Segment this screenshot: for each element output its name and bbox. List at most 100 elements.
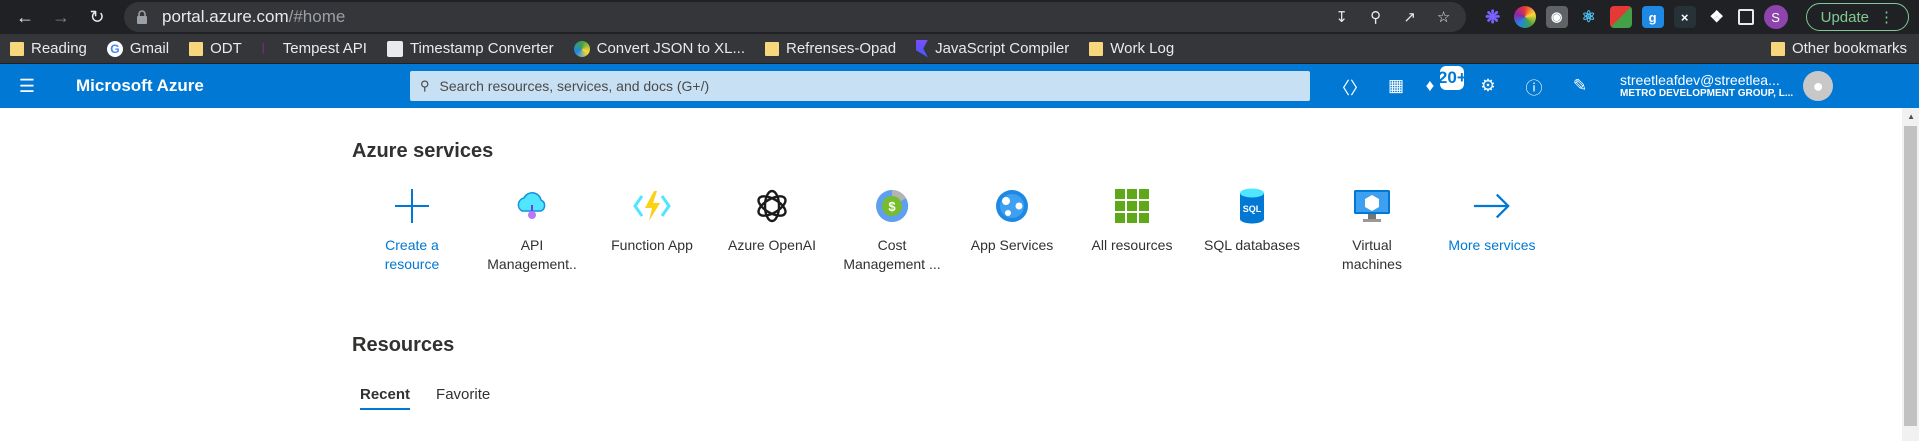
share-icon[interactable]: ↗ (1400, 7, 1420, 27)
bookmark-label: Other bookmarks (1791, 40, 1907, 57)
help-icon[interactable]: ⓘ (1522, 74, 1546, 98)
service-api-management[interactable]: API Management.. (472, 186, 592, 274)
app-services-icon (992, 186, 1032, 226)
services-list: Create a resource API Management.. Functio… (352, 186, 1552, 274)
scroll-thumb[interactable] (1904, 126, 1917, 426)
azure-services-title: Azure services (352, 140, 494, 162)
folder-icon (10, 41, 24, 56)
bookmark-gmail[interactable]: G Gmail (106, 40, 170, 57)
bookmark-tempest-api[interactable]: | Tempest API (262, 40, 367, 57)
bookmark-label: Convert JSON to XL... (596, 40, 745, 57)
page-scrollbar[interactable]: ▲ (1902, 108, 1919, 441)
notification-badge: 20+ (1438, 66, 1467, 90)
url-path: /#home (288, 7, 346, 26)
directory-filter-icon[interactable]: ▦ (1384, 74, 1408, 98)
service-cost-management[interactable]: $ Cost Management ... (832, 186, 952, 274)
bookmark-label: Timestamp Converter (409, 40, 554, 57)
profile-avatar[interactable]: S (1763, 5, 1788, 29)
side-panel-icon[interactable] (1737, 9, 1754, 25)
service-label: Function App (611, 237, 693, 253)
service-more-services[interactable]: More services (1432, 186, 1552, 274)
back-button[interactable]: ← (10, 2, 40, 32)
service-function-app[interactable]: Function App (592, 186, 712, 274)
feedback-icon[interactable]: ✎ (1568, 74, 1592, 98)
extension-5-icon[interactable] (1609, 6, 1632, 28)
azure-header: ☰ Microsoft Azure ⚲ 〈〉 ▦ ♦20+ ⚙ ⓘ ✎ stre… (0, 64, 1919, 108)
page-icon: | (261, 41, 265, 54)
folder-icon (189, 41, 204, 56)
service-label: Create a resource (384, 237, 440, 272)
bookmark-label: Work Log (1110, 40, 1175, 57)
service-label: Azure OpenAI (728, 237, 816, 253)
bookmark-label: JavaScript Compiler (935, 40, 1070, 57)
notifications-bell-icon[interactable]: ♦ 20+ (1426, 66, 1467, 98)
azure-brand[interactable]: Microsoft Azure (54, 76, 464, 96)
account-org: METRO DEVELOPMENT GROUP, L... (1620, 88, 1794, 100)
browser-toolbar: ← → ↻ portal.azure.com/#home ↧ ⚲ ↗ ☆ ❋ ◉… (0, 0, 1919, 34)
user-avatar-icon[interactable]: ● (1803, 71, 1834, 101)
reload-button[interactable]: ↻ (82, 2, 112, 32)
url-host: portal.azure.com (162, 7, 289, 26)
forward-button[interactable]: → (46, 2, 76, 32)
scroll-up-arrow-icon[interactable]: ▲ (1907, 112, 1915, 121)
bookmark-convert-json[interactable]: Convert JSON to XL... (573, 40, 745, 57)
bookmark-refrenses-opad[interactable]: Refrenses-Opad (765, 40, 896, 57)
bookmark-label: Gmail (129, 40, 170, 57)
tab-favorite[interactable]: Favorite (436, 386, 490, 410)
bookmark-star-icon[interactable]: ☆ (1434, 7, 1454, 27)
service-create-resource[interactable]: Create a resource (352, 186, 472, 274)
screenshot-extension-icon[interactable]: ◉ (1545, 6, 1568, 28)
svg-text:SQL: SQL (1243, 204, 1262, 214)
bookmark-label: Tempest API (282, 40, 367, 57)
search-icon: ⚲ (420, 78, 430, 93)
other-bookmarks[interactable]: Other bookmarks (1770, 40, 1907, 57)
page-icon (386, 40, 403, 57)
bookmark-label: Reading (31, 40, 87, 57)
search-input[interactable] (439, 78, 1300, 94)
tab-recent[interactable]: Recent (360, 386, 411, 410)
settings-gear-icon[interactable]: ⚙ (1476, 74, 1500, 98)
cloud-shell-icon[interactable]: 〈〉 (1333, 74, 1367, 98)
address-bar[interactable]: portal.azure.com/#home ↧ ⚲ ↗ ☆ (124, 2, 1466, 32)
folder-icon (765, 41, 779, 56)
install-app-icon[interactable]: ↧ (1332, 7, 1352, 27)
bookmark-reading[interactable]: Reading (10, 40, 87, 57)
more-options-icon: ⋮ (1879, 9, 1894, 26)
color-picker-extension-icon[interactable] (1513, 6, 1536, 28)
bookmark-label: Refrenses-Opad (786, 40, 897, 57)
update-button[interactable]: Update ⋮ (1805, 3, 1909, 31)
hamburger-menu-icon[interactable]: ☰ (0, 76, 54, 97)
grammarly-like-extension-icon[interactable]: g (1641, 6, 1664, 28)
page-icon (916, 39, 929, 58)
extension-7-icon[interactable]: × (1673, 6, 1696, 28)
bookmark-timestamp-converter[interactable]: Timestamp Converter (386, 40, 554, 57)
service-label: More services (1448, 237, 1536, 253)
bookmarks-bar: Reading G Gmail ODT | Tempest API Timestam… (0, 34, 1919, 64)
resources-title: Resources (352, 334, 455, 356)
folder-icon (1089, 41, 1104, 56)
folder-icon (1770, 41, 1785, 56)
sql-database-icon: SQL (1232, 186, 1272, 226)
bookmark-javascript-compiler[interactable]: JavaScript Compiler (916, 39, 1070, 58)
service-label: App Services (970, 237, 1054, 253)
resources-tabs: Recent Favorite (360, 386, 490, 410)
svg-text:$: $ (888, 199, 896, 214)
bookmark-odt[interactable]: ODT (189, 40, 242, 57)
global-search[interactable]: ⚲ (410, 71, 1310, 101)
google-icon: G (106, 40, 123, 57)
service-all-resources[interactable]: All resources (1072, 186, 1192, 274)
service-virtual-machines[interactable]: Virtual machines (1312, 186, 1432, 274)
service-azure-openai[interactable]: Azure OpenAI (712, 186, 832, 274)
service-label: All resources (1091, 237, 1173, 253)
react-devtools-icon[interactable]: ⚛ (1578, 6, 1600, 28)
account-info[interactable]: streetleafdev@streetlea... METRO DEVELOP… (1620, 72, 1793, 100)
zoom-icon[interactable]: ⚲ (1366, 7, 1386, 27)
bookmark-work-log[interactable]: Work Log (1089, 40, 1174, 57)
cost-management-icon: $ (872, 186, 912, 226)
service-sql-databases[interactable]: SQL SQL databases (1192, 186, 1312, 274)
extensions-puzzle-icon[interactable]: ❖ (1706, 6, 1728, 28)
service-app-services[interactable]: App Services (952, 186, 1072, 274)
extension-1-icon[interactable]: ❋ (1482, 6, 1504, 28)
portal-home: Azure services Create a resource API Manag… (0, 108, 1919, 441)
service-label: Cost Management ... (843, 237, 941, 272)
